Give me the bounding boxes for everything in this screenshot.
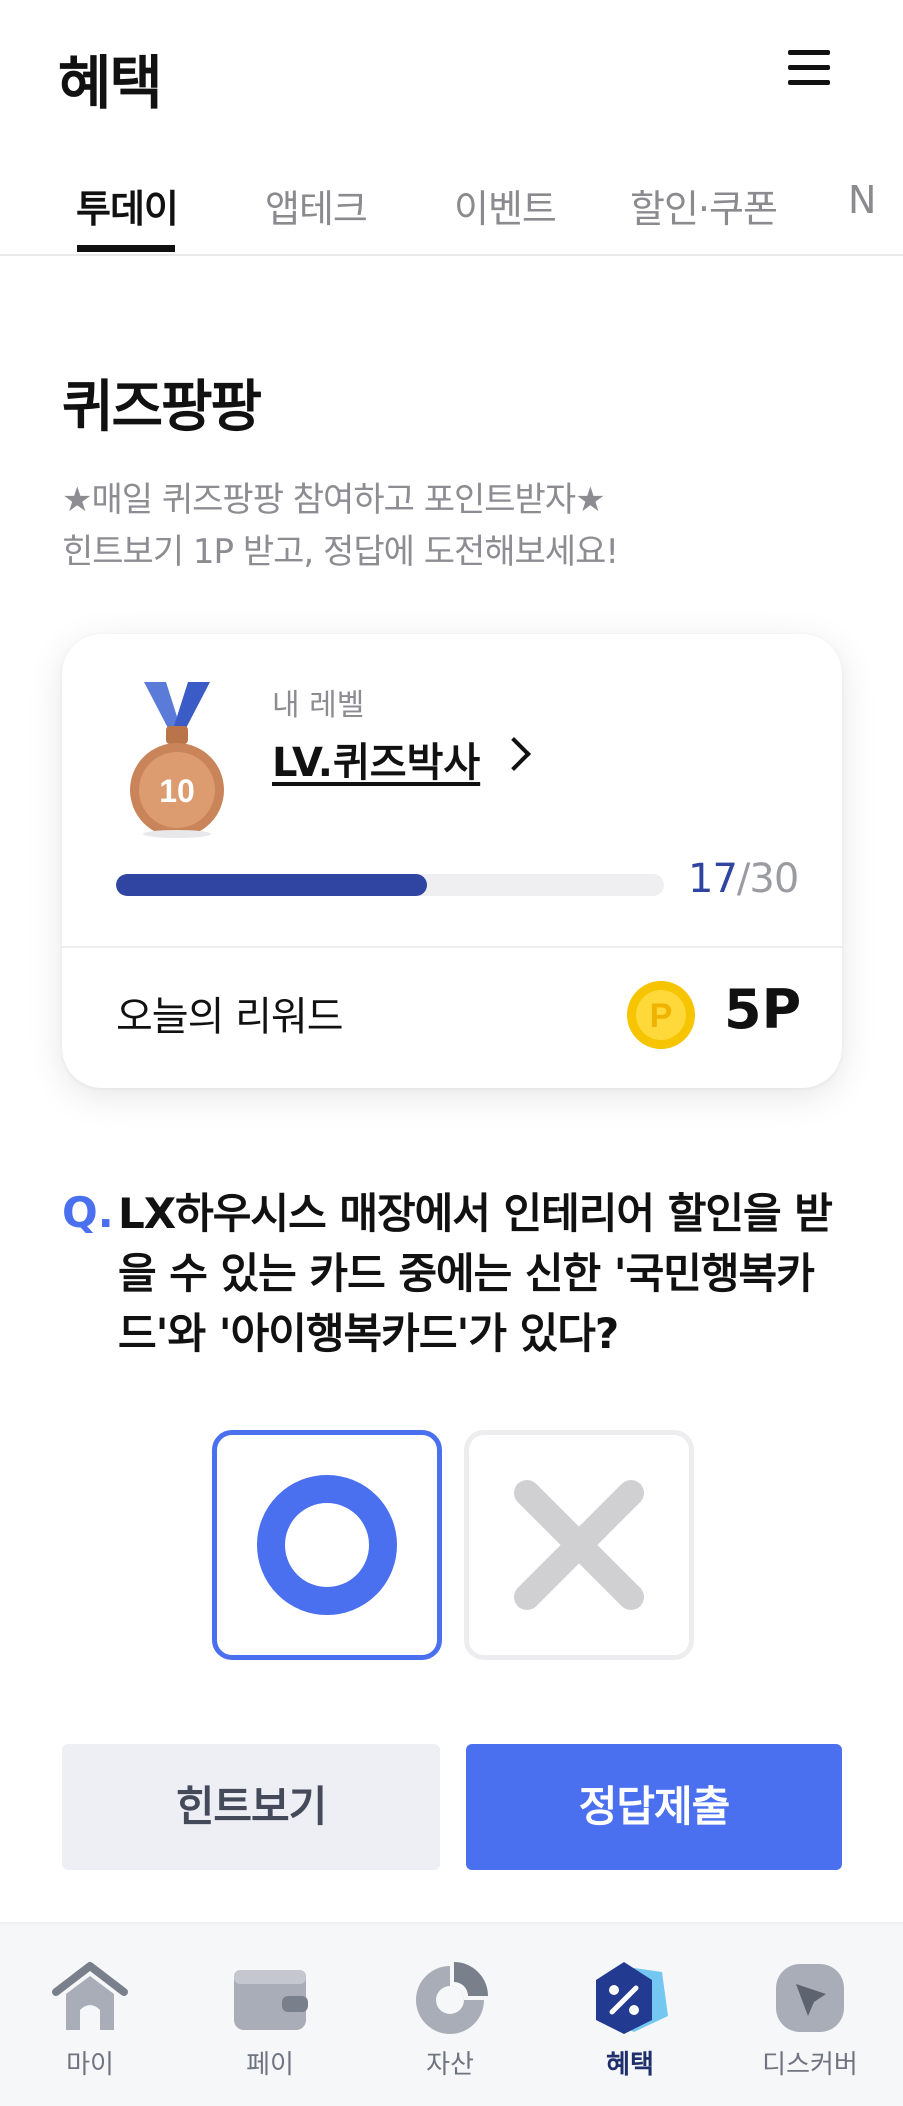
- level-caption: 내 레벨: [272, 688, 365, 723]
- reward-label: 오늘의 리워드: [116, 994, 344, 1040]
- nav-label: 자산: [426, 2050, 474, 2080]
- point-coin-icon: P: [627, 981, 695, 1049]
- quiz-description-line: ★매일 퀴즈팡팡 참여하고 포인트받자★: [62, 480, 606, 520]
- answer-o-button[interactable]: [212, 1430, 442, 1660]
- app-header: 혜택: [0, 0, 903, 145]
- level-progress-bar: [116, 874, 664, 896]
- nav-item-assets[interactable]: 자산: [360, 1924, 540, 2106]
- question-mark-label: Q.: [62, 1188, 114, 1237]
- medal-number: 10: [159, 773, 195, 809]
- quiz-title: 퀴즈팡팡: [62, 375, 262, 440]
- progress-current: 17: [688, 856, 738, 902]
- progress-total: /30: [736, 856, 799, 902]
- circle-o-icon: [257, 1475, 397, 1615]
- active-tab-indicator: [77, 245, 175, 252]
- submit-answer-button[interactable]: 정답제출: [466, 1744, 842, 1870]
- bronze-medal-icon: 10: [130, 682, 224, 838]
- wallet-icon: [234, 1970, 308, 2030]
- card-divider: [62, 946, 842, 948]
- chevron-right-icon[interactable]: [497, 737, 531, 771]
- coin-letter: P: [650, 997, 673, 1035]
- nav-label: 마이: [66, 2050, 114, 2080]
- nav-label: 혜택: [606, 2050, 654, 2080]
- question-text: LX하우시스 매장에서 인테리어 할인을 받을 수 있는 카드 중에는 신한 '…: [118, 1189, 833, 1358]
- nav-item-pay[interactable]: 페이: [180, 1924, 360, 2106]
- quiz-description-line: 힌트보기 1P 받고, 정답에 도전해보세요!: [62, 532, 619, 572]
- hamburger-menu-icon[interactable]: [780, 44, 838, 92]
- nav-item-my[interactable]: 마이: [0, 1924, 180, 2106]
- level-progress-count: 17/30: [688, 856, 799, 902]
- nav-item-discover[interactable]: 디스커버: [720, 1924, 900, 2106]
- pie-chart-icon: [416, 1962, 488, 2034]
- answer-x-button[interactable]: [464, 1430, 694, 1660]
- page-title: 혜택: [58, 49, 163, 117]
- bottom-navigation: 마이 페이 자산 혜택 디스커버: [0, 1922, 903, 2106]
- cross-x-icon: [514, 1480, 644, 1610]
- tab-event[interactable]: 이벤트: [454, 178, 557, 233]
- level-card: 10 내 레벨 LV.퀴즈박사 17/30 오늘의 리워드 P 5P: [62, 634, 842, 1088]
- tab-today[interactable]: 투데이: [76, 178, 179, 233]
- compass-icon: [776, 1964, 844, 2032]
- quiz-description: ★매일 퀴즈팡팡 참여하고 포인트받자★ 힌트보기 1P 받고, 정답에 도전해…: [62, 474, 619, 578]
- level-progress-fill: [116, 874, 427, 896]
- reward-value: 5P: [724, 978, 802, 1041]
- nav-label: 디스커버: [762, 2050, 858, 2080]
- tab-discount-coupon[interactable]: 할인·쿠폰: [630, 178, 778, 233]
- nav-item-benefits[interactable]: 혜택: [540, 1924, 720, 2106]
- level-name-link[interactable]: LV.퀴즈박사: [272, 730, 480, 788]
- category-tabs: 투데이 앱테크 이벤트 할인·쿠폰 N: [0, 160, 903, 256]
- hint-button[interactable]: 힌트보기: [62, 1744, 440, 1870]
- tab-next[interactable]: N: [848, 178, 876, 222]
- tab-apptech[interactable]: 앱테크: [265, 178, 368, 233]
- home-icon: [52, 1962, 128, 2030]
- nav-label: 페이: [246, 2050, 294, 2080]
- discount-tag-icon: [596, 1962, 668, 2034]
